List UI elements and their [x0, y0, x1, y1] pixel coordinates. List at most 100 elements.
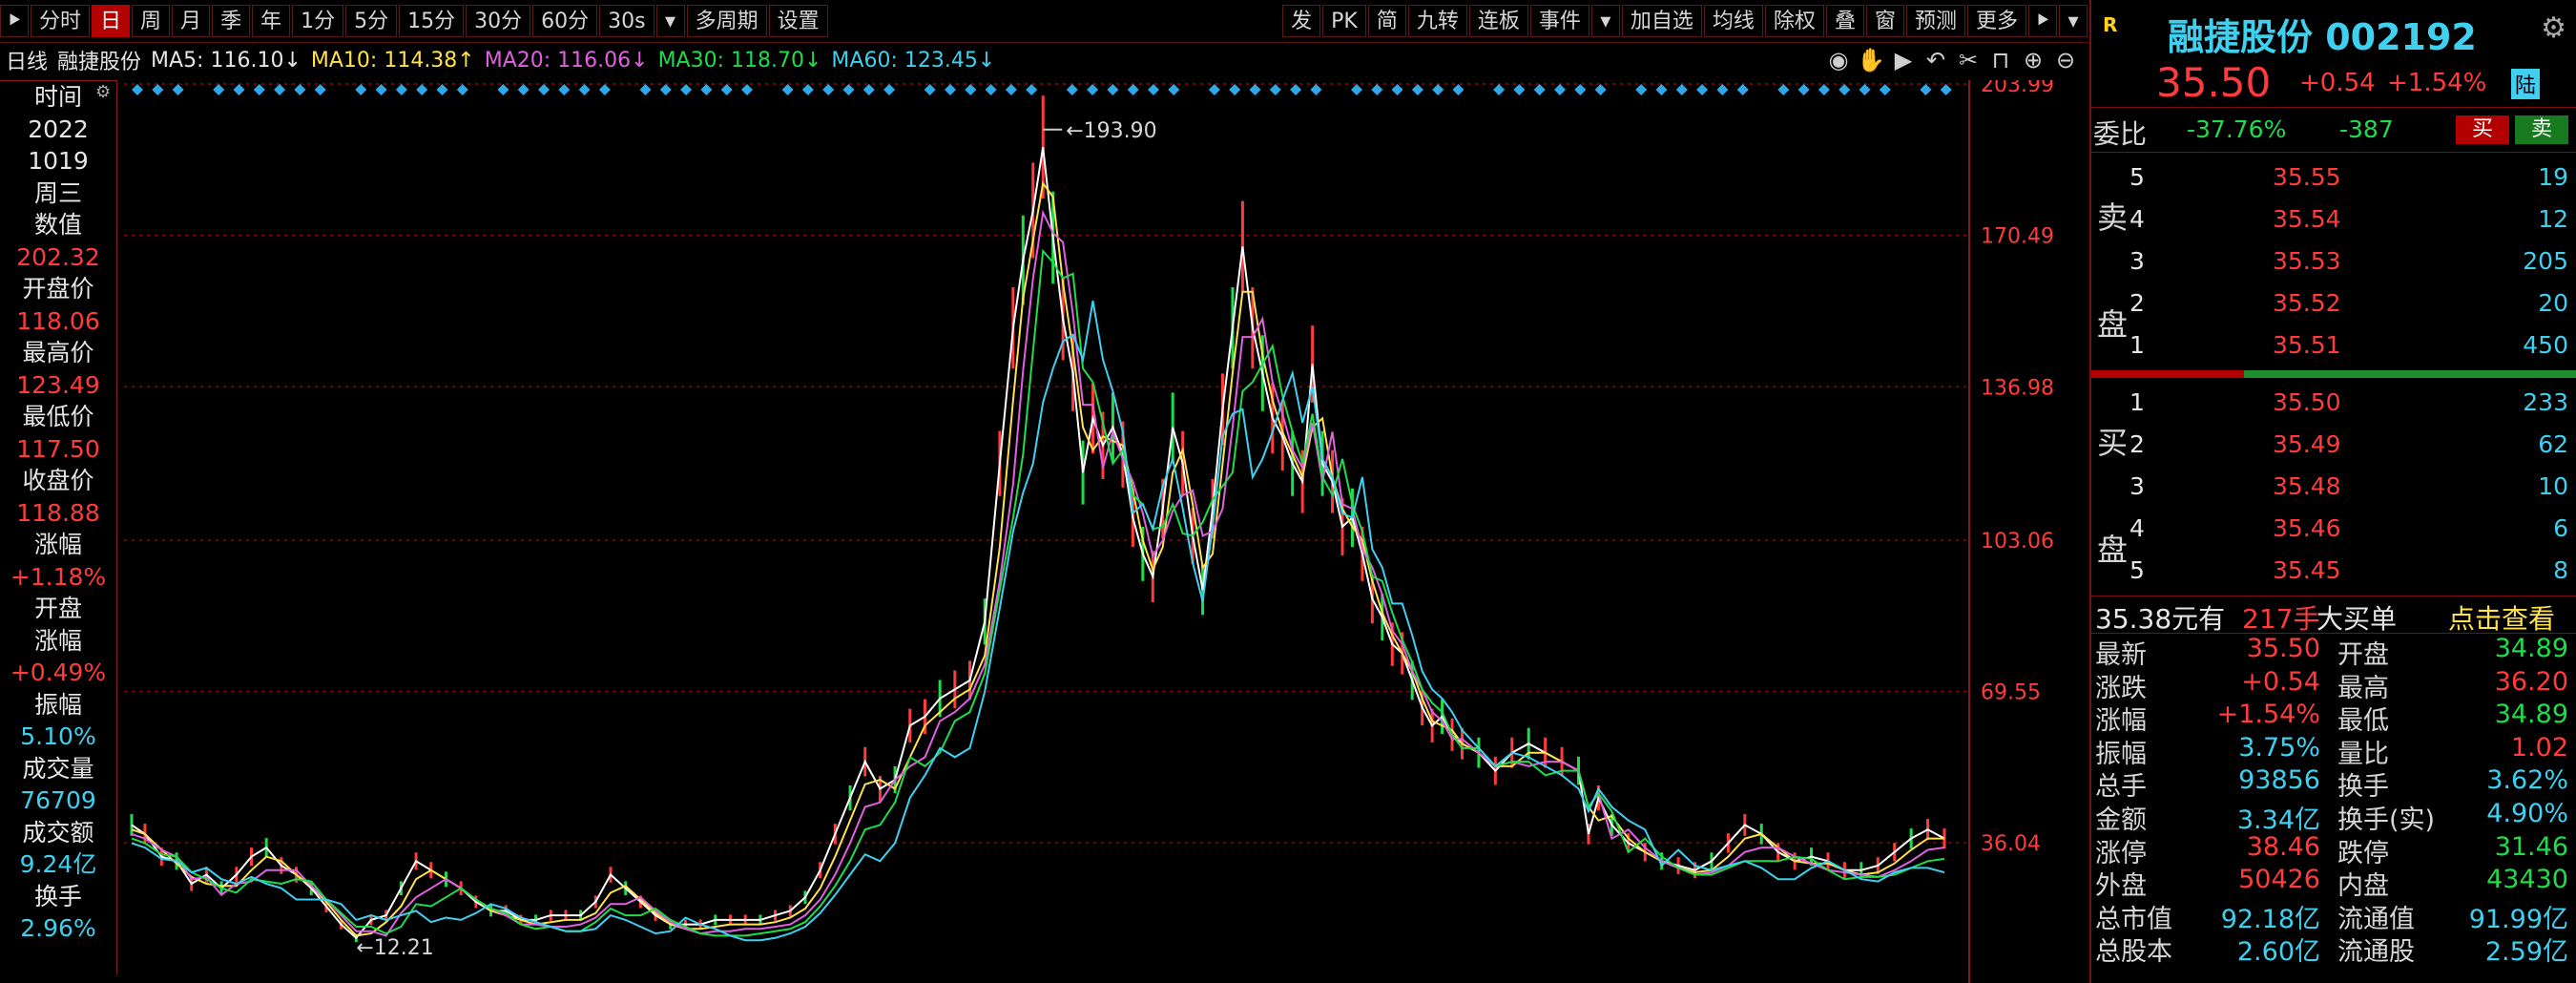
chart-svg: 203.99 170.49 136.98 103.06 69.55 36.04 ←193.9…: [124, 80, 2054, 983]
tool-button-9[interactable]: 叠: [1825, 5, 1864, 37]
big-order-price: 35.38元有: [2095, 603, 2226, 635]
event-marker-icon: [1229, 84, 1241, 95]
event-marker-icon: [1635, 84, 1648, 95]
tool-button-0[interactable]: 发: [1282, 5, 1321, 37]
stats-table: 最新 35.50 开盘 34.89 涨跌 +0.54 最高 36.20 涨幅 +1.54% 最低 34…: [2091, 634, 2576, 967]
tool-button-12[interactable]: 更多: [1966, 5, 2026, 37]
tool-button-5[interactable]: 事件: [1529, 5, 1589, 37]
tab-period-8[interactable]: 15分: [399, 5, 465, 37]
ask-row[interactable]: 4 35.54 12: [2129, 199, 2568, 241]
bid-row[interactable]: 1 35.50 233: [2129, 382, 2568, 424]
chevron-down-icon[interactable]: ▾: [655, 5, 685, 37]
event-marker-icon: [1005, 84, 1017, 95]
tab-period-1[interactable]: 日: [92, 5, 131, 37]
chevron-down-icon[interactable]: ▾: [2059, 5, 2088, 37]
tab-period-7[interactable]: 5分: [345, 5, 398, 37]
bid-row[interactable]: 2 35.49 62: [2129, 424, 2568, 466]
tool-button-1[interactable]: PK: [1322, 5, 1366, 37]
stat-value-2: 4.90%: [2486, 798, 2568, 828]
big-order-qty: 217手: [2242, 603, 2320, 635]
play-icon[interactable]: ▶: [1887, 47, 1920, 73]
scissors-icon[interactable]: ✂: [1952, 47, 1984, 73]
tab-period-13[interactable]: 设置: [768, 5, 828, 37]
price-row: 35.50 +0.54 +1.54% 陆: [2091, 57, 2576, 108]
tool-button-2[interactable]: 简: [1367, 5, 1406, 37]
event-marker-icon: [213, 84, 225, 95]
ask-row[interactable]: 1 35.51 450: [2129, 324, 2568, 366]
y-tick-label: 103.06: [1981, 530, 2054, 554]
big-order-link[interactable]: 点击查看: [2448, 598, 2555, 637]
tab-period-4[interactable]: 季: [212, 5, 251, 37]
tab-period-6[interactable]: 1分: [292, 5, 344, 37]
event-marker-icon: [172, 84, 184, 95]
tool-button-4[interactable]: 连板: [1468, 5, 1528, 37]
tab-period-3[interactable]: 月: [172, 5, 211, 37]
event-marker-icon: [1127, 84, 1139, 95]
zoom-in-icon[interactable]: ⊕: [2017, 47, 2049, 73]
tab-period-9[interactable]: 30分: [466, 5, 531, 37]
stat-value: 2.60亿: [2236, 937, 2320, 968]
stat-value-2: 3.62%: [2486, 765, 2568, 796]
bid-row[interactable]: 4 35.46 6: [2129, 508, 2568, 550]
event-marker-icon: [1818, 84, 1830, 95]
event-marker-icon: [598, 84, 611, 95]
tab-period-5[interactable]: 年: [252, 5, 291, 37]
stat-key: 总股本: [2095, 937, 2172, 968]
event-marker-icon: [1594, 84, 1607, 95]
tab-period-12[interactable]: 多周期: [686, 5, 767, 37]
tab-period-11[interactable]: 30s: [599, 5, 654, 37]
event-marker-icon: [1879, 84, 1891, 95]
event-marker-icon: [801, 84, 814, 95]
stats-row: 涨幅 +1.54% 最低 34.89: [2091, 700, 2576, 736]
tab-period-2[interactable]: 周: [132, 5, 171, 37]
crosshair-field-22: 76709: [20, 786, 96, 814]
tool-button-3[interactable]: 九转: [1407, 5, 1467, 37]
stat-value-2: 34.89: [2494, 634, 2568, 663]
bid-row[interactable]: 3 35.48 10: [2129, 466, 2568, 508]
tool-button-11[interactable]: 预测: [1905, 5, 1965, 37]
kline-chart[interactable]: 203.99 170.49 136.98 103.06 69.55 36.04 ←193.9…: [118, 80, 2089, 983]
logo: R: [2103, 13, 2118, 36]
crosshair-field-3: 周三: [33, 178, 82, 207]
ma10-label: MA10: 114.38↑: [310, 48, 475, 73]
undo-icon[interactable]: ↶: [1920, 47, 1952, 73]
ask-row[interactable]: 3 35.53 205: [2129, 241, 2568, 282]
eye-icon[interactable]: ◉: [1822, 47, 1855, 73]
tab-period-0[interactable]: 分时: [31, 5, 91, 37]
bid-price: 35.49: [2273, 430, 2341, 458]
big-order-row[interactable]: 35.38元有 217手 大买单 点击查看: [2091, 596, 2576, 637]
bid-volume: 10: [2538, 472, 2568, 500]
ask-row[interactable]: 5 35.55 19: [2129, 157, 2568, 199]
ask-row[interactable]: 2 35.52 20: [2129, 282, 2568, 324]
bid-volume: 62: [2538, 430, 2568, 458]
tool-button-6[interactable]: 加自选: [1621, 5, 1702, 37]
tool-button-7[interactable]: 均线: [1703, 5, 1763, 37]
gear-icon[interactable]: ⚙: [2541, 11, 2566, 45]
stats-row: 总股本 2.60亿 流通股 2.59亿: [2091, 931, 2576, 967]
hand-icon[interactable]: ✋: [1855, 47, 1887, 73]
market-tag: 陆: [2511, 69, 2541, 99]
bid-level: 4: [2129, 514, 2145, 542]
lock-icon[interactable]: ⊓: [1984, 47, 2017, 73]
crosshair-field-21: 成交量: [22, 754, 94, 783]
chart-tools: ◉ ✋ ▶ ↶ ✂ ⊓ ⊕ ⊖: [1822, 43, 2082, 77]
expand-icon[interactable]: ⯈: [2028, 5, 2057, 37]
crosshair-field-15: +1.18%: [10, 562, 107, 591]
stat-value-2: 2.59亿: [2484, 937, 2568, 968]
crosshair-field-19: 振幅: [33, 690, 82, 719]
collapse-icon[interactable]: ⯈: [0, 5, 29, 37]
bid-row[interactable]: 5 35.45 8: [2129, 550, 2568, 592]
buy-button[interactable]: 买: [2456, 115, 2509, 144]
crosshair-field-25: 换手: [33, 882, 82, 910]
chevron-down-icon[interactable]: ▾: [1590, 5, 1620, 37]
tab-period-10[interactable]: 60分: [532, 5, 598, 37]
crosshair-field-9: 123.49: [16, 370, 100, 399]
tool-button-8[interactable]: 除权: [1764, 5, 1824, 37]
sell-side-label: 卖盘: [2097, 199, 2129, 343]
settings-icon[interactable]: ⚙: [95, 82, 114, 102]
zoom-out-icon[interactable]: ⊖: [2049, 47, 2082, 73]
event-marker-icon: [1655, 84, 1668, 95]
tool-button-10[interactable]: 窗: [1865, 5, 1904, 37]
sell-button[interactable]: 卖: [2515, 115, 2568, 144]
tool-buttons: 发 PK 简九转 连板 事件 ▾ 加自选 均线 除权叠窗预测 更多: [1282, 0, 2028, 42]
